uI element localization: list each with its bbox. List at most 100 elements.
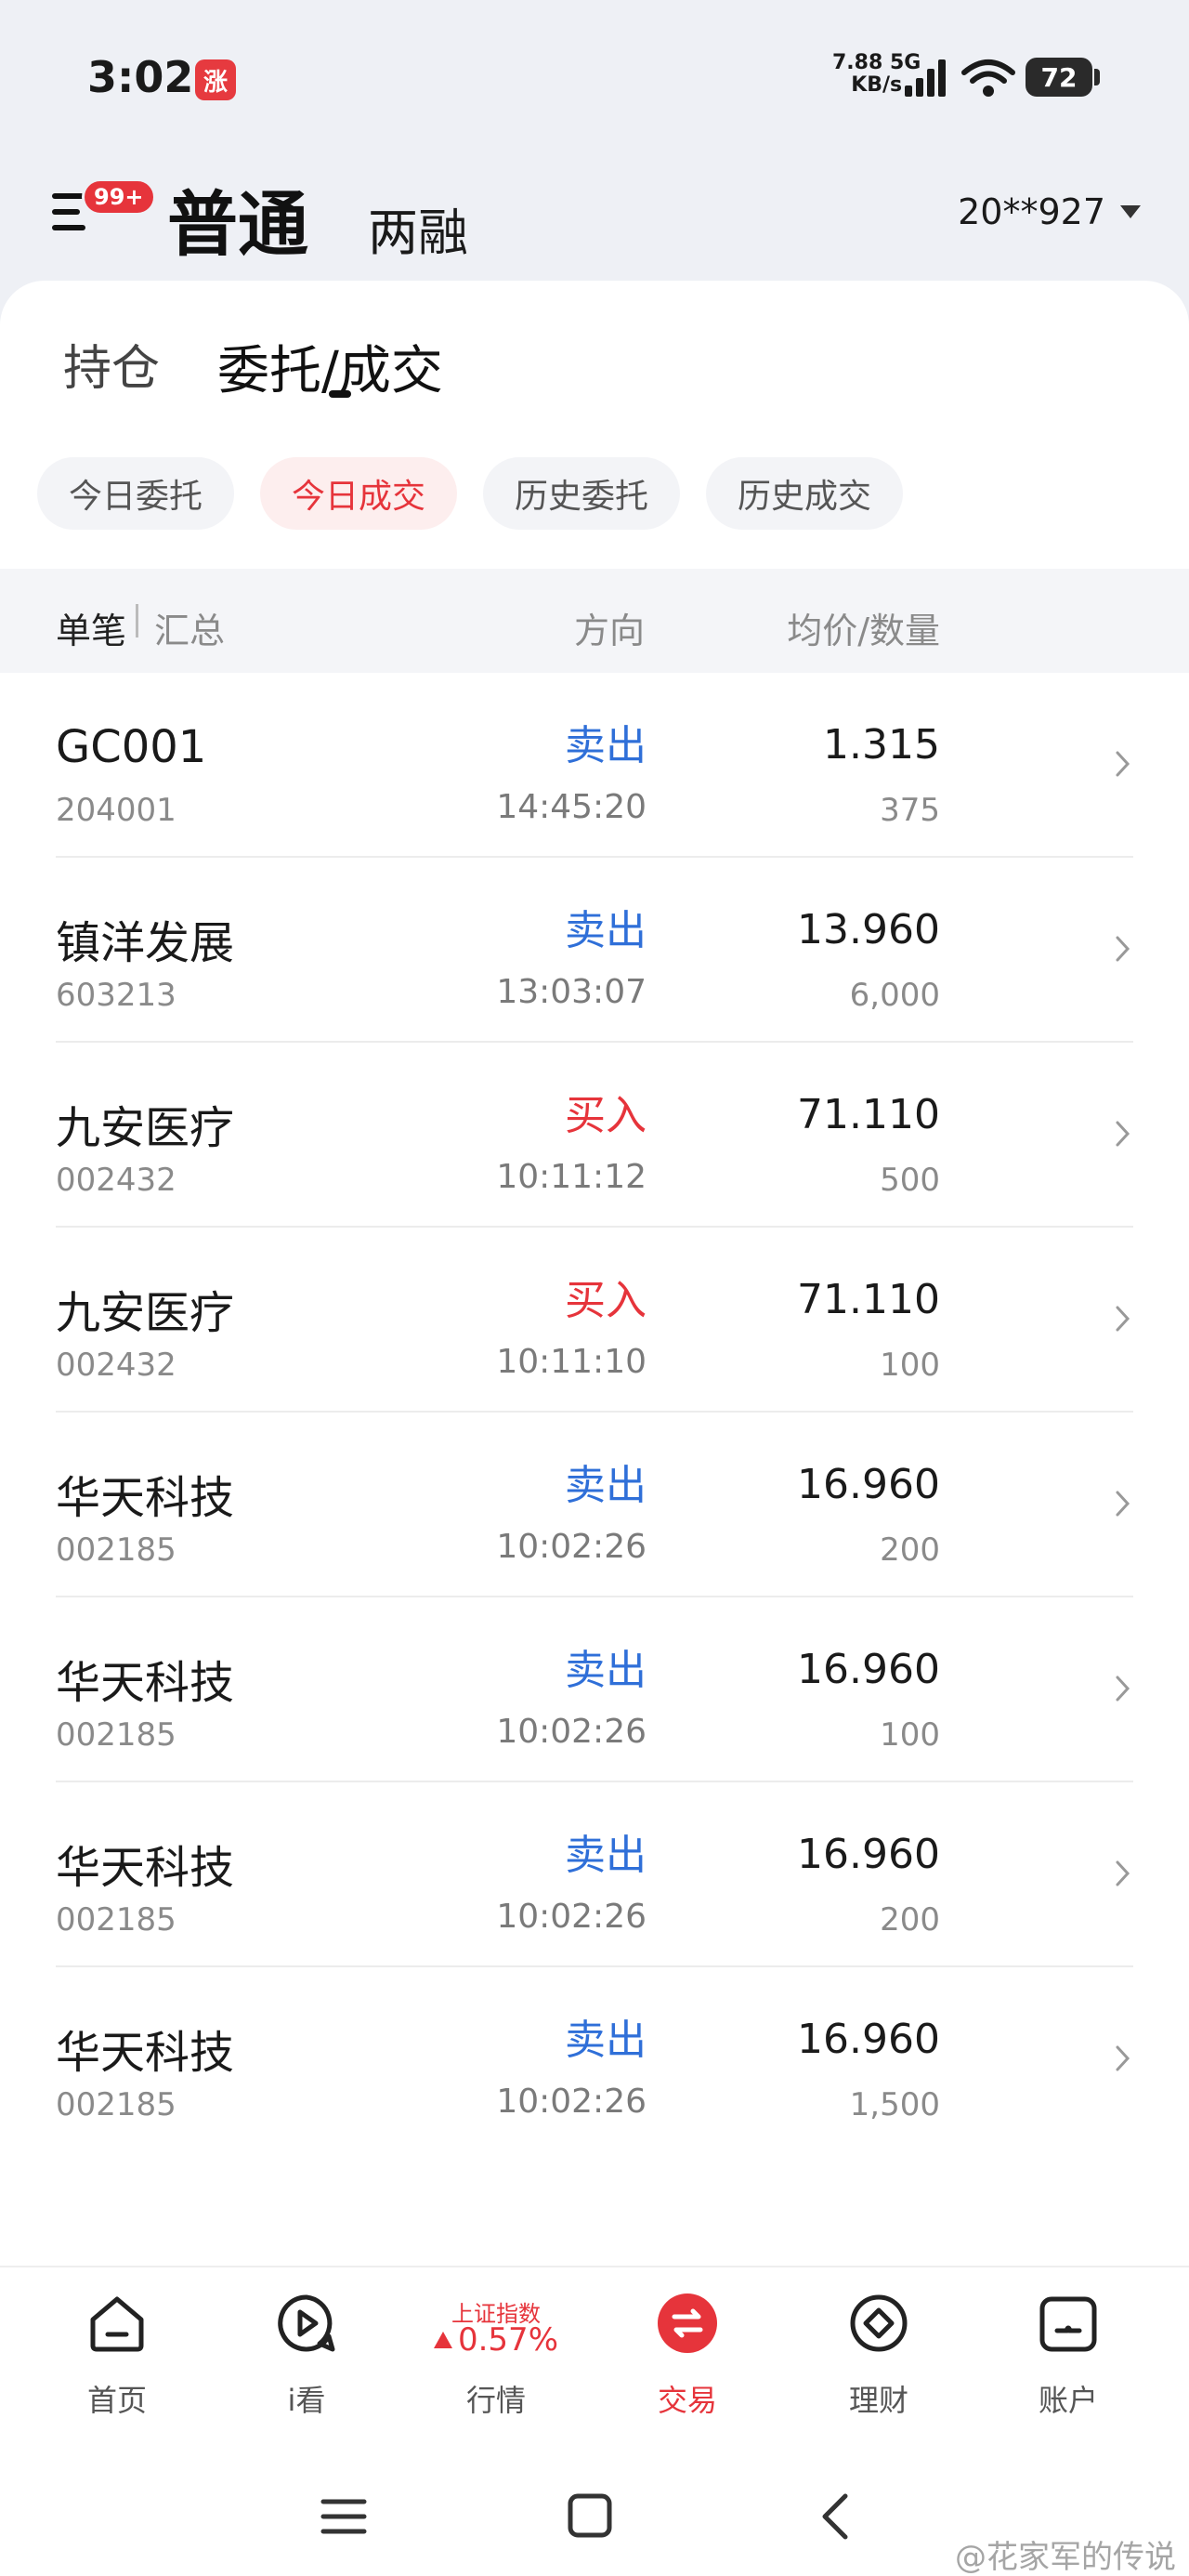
trade-time: 10:02:26 [496, 1528, 647, 1566]
nav-market[interactable]: 上证指数 0.57% 行情 [403, 2267, 589, 2453]
chevron-right-icon [1116, 1491, 1130, 1517]
avg-price: 16.960 [797, 1646, 940, 1693]
status-bar: 3:02 涨 7.88 5G KB/s 72 [0, 0, 1189, 158]
stock-name: 镇洋发展 [56, 917, 235, 969]
nav-wealth[interactable]: 理财 [786, 2267, 972, 2453]
trade-row[interactable]: 华天科技 002185 卖出 10:02:26 16.960 1,500 [0, 1967, 1189, 2152]
nav-watch-label: i看 [287, 2383, 326, 2418]
filter-today-trades[interactable]: 今日成交 [260, 457, 458, 530]
coin-icon [850, 2294, 908, 2352]
trade-quantity: 200 [880, 1901, 940, 1939]
watermark: @花家军的传说 [955, 2539, 1176, 2576]
stock-code: 603213 [56, 977, 176, 1014]
up-triangle-icon [433, 2332, 452, 2348]
filter-today-orders[interactable]: 今日委托 [37, 457, 235, 530]
wallet-icon [1039, 2296, 1097, 2352]
nav-account-label: 账户 [1038, 2383, 1098, 2418]
account-selector[interactable]: 20**927 [958, 191, 1141, 232]
avg-price: 16.960 [797, 1461, 940, 1508]
nav-wealth-label: 理财 [848, 2383, 908, 2418]
recent-apps-icon[interactable] [316, 2491, 372, 2543]
table-header: 单笔 汇总 方向 均价/数量 [0, 569, 1189, 673]
stock-code: 002185 [56, 1716, 176, 1754]
battery-icon: 72 [1026, 58, 1100, 97]
column-direction: 方向 [573, 611, 645, 651]
filter-history-trades[interactable]: 历史成交 [706, 457, 904, 530]
trade-row[interactable]: 华天科技 002185 卖出 10:02:26 16.960 200 [0, 1782, 1189, 1967]
nav-market-label: 行情 [465, 2383, 526, 2418]
stock-name: 华天科技 [56, 1472, 235, 1524]
trade-quantity: 100 [880, 1347, 940, 1384]
stock-code: 002185 [56, 2086, 176, 2123]
stock-name: 华天科技 [56, 1842, 235, 1894]
chevron-right-icon [1116, 1676, 1130, 1702]
market-index-change: 0.57% [403, 2321, 589, 2359]
stock-name: 华天科技 [56, 1657, 235, 1709]
trade-row[interactable]: 镇洋发展 603213 卖出 13:03:07 13.960 6,000 [0, 858, 1189, 1043]
trade-quantity: 375 [880, 792, 940, 829]
mode-margin-tab[interactable]: 两融 [368, 191, 468, 265]
nav-watch[interactable]: i看 [214, 2267, 399, 2453]
market-index-change-value: 0.57% [457, 2321, 558, 2359]
signal-icon [905, 59, 946, 97]
notification-badge: 99+ [82, 178, 156, 216]
nav-trade[interactable]: 交易 [594, 2267, 780, 2453]
chevron-right-icon [1116, 1860, 1130, 1886]
exchange-icon [658, 2293, 717, 2353]
trade-direction: 卖出 [565, 2017, 647, 2064]
caret-down-icon [1120, 205, 1141, 218]
stock-code: 002432 [56, 1347, 176, 1384]
trade-direction: 买入 [565, 1277, 647, 1324]
stock-name: 九安医疗 [56, 1102, 235, 1154]
trade-direction: 卖出 [565, 907, 647, 954]
home-icon [90, 2296, 144, 2352]
nav-home-label: 首页 [86, 2383, 147, 2418]
view-summary-toggle[interactable]: 汇总 [154, 602, 225, 653]
nav-home[interactable]: 首页 [24, 2267, 210, 2453]
chevron-right-icon [1116, 751, 1130, 777]
avg-price: 1.315 [823, 721, 940, 769]
trade-list: GC001 204001 卖出 14:45:20 1.315 375 镇洋发展 … [0, 673, 1189, 2152]
trade-time: 10:11:12 [496, 1158, 647, 1196]
trade-direction: 卖出 [565, 1832, 647, 1879]
trade-row[interactable]: GC001 204001 卖出 14:45:20 1.315 375 [0, 673, 1189, 858]
net-speed-value: 7.88 [832, 51, 883, 74]
filter-history-orders[interactable]: 历史委托 [483, 457, 681, 530]
chevron-right-icon [1116, 1121, 1130, 1147]
avg-price: 71.110 [797, 1276, 940, 1323]
stock-name: 九安医疗 [56, 1287, 235, 1339]
chevron-right-icon [1116, 936, 1130, 962]
view-single-toggle[interactable]: 单笔 [56, 602, 126, 653]
nav-trade-label: 交易 [657, 2383, 717, 2418]
back-icon[interactable] [810, 2491, 866, 2543]
avg-price: 13.960 [797, 906, 940, 953]
avg-price: 16.960 [797, 1831, 940, 1878]
active-tab-indicator [329, 390, 351, 398]
chevron-right-icon [1116, 1306, 1130, 1332]
account-number: 20**927 [958, 191, 1105, 232]
system-nav-bar: @花家军的传说 [0, 2451, 1189, 2576]
stock-code: 002185 [56, 1531, 176, 1569]
home-square-icon[interactable] [561, 2491, 617, 2543]
nav-account[interactable]: 账户 [975, 2267, 1161, 2453]
tab-orders-label: 委托 [217, 341, 321, 401]
tab-holdings[interactable]: 持仓 [63, 329, 160, 399]
trade-time: 10:02:26 [496, 1713, 647, 1751]
trade-row[interactable]: 九安医疗 002432 买入 10:11:10 71.110 100 [0, 1228, 1189, 1413]
bottom-nav: 首页 i看 上证指数 0.57% 行情 交易 理财 账户 [0, 2266, 1189, 2451]
stock-code: 002432 [56, 1162, 176, 1199]
stock-code: 204001 [56, 792, 176, 829]
trade-row[interactable]: 九安医疗 002432 买入 10:11:12 71.110 500 [0, 1043, 1189, 1228]
trade-row[interactable]: 华天科技 002185 卖出 10:02:26 16.960 100 [0, 1597, 1189, 1782]
trade-direction: 卖出 [565, 722, 647, 769]
trade-time: 13:03:07 [496, 973, 647, 1011]
mode-normal-tab[interactable]: 普通 [167, 167, 308, 269]
wifi-icon [961, 59, 1015, 97]
trade-quantity: 200 [880, 1531, 940, 1569]
stock-name: GC001 [56, 721, 207, 773]
tab-trades-label: 成交 [338, 341, 443, 401]
trade-row[interactable]: 华天科技 002185 卖出 10:02:26 16.960 200 [0, 1413, 1189, 1597]
play-bubble-icon [278, 2294, 335, 2352]
trade-time: 10:02:26 [496, 1898, 647, 1936]
trade-quantity: 500 [880, 1162, 940, 1199]
